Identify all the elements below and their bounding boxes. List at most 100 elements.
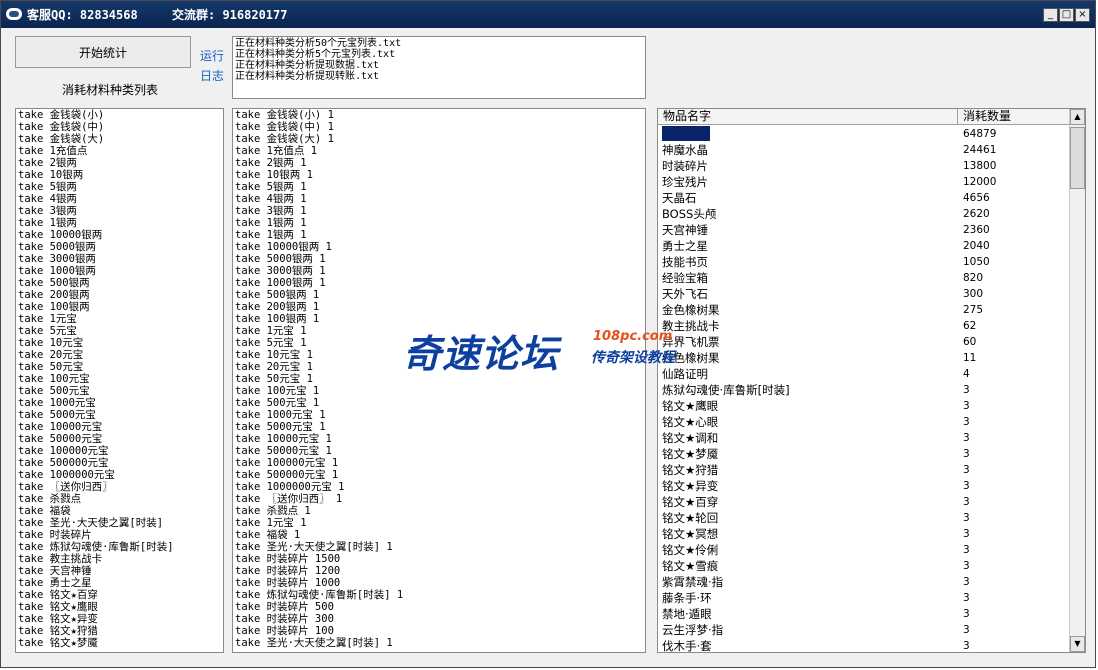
- list-item[interactable]: take 5000元宝: [18, 409, 223, 421]
- log-line[interactable]: 正在材料种类分析提现转账.txt: [235, 71, 643, 82]
- list-item[interactable]: take 500银两: [18, 277, 223, 289]
- table-row[interactable]: 铭文★异变 3: [658, 478, 1070, 494]
- list-item[interactable]: take 10元宝: [18, 337, 223, 349]
- list-item[interactable]: take 铭文★鹰眼: [18, 601, 223, 613]
- table-row[interactable]: 珍宝残片 12000: [658, 174, 1070, 190]
- list-item[interactable]: take 1000000元宝 1: [235, 481, 645, 493]
- table-row[interactable]: 铭文★冥想 3: [658, 526, 1070, 542]
- table-row[interactable]: 经验宝箱 820: [658, 270, 1070, 286]
- table-row[interactable]: 金色橡树果 275: [658, 302, 1070, 318]
- list-item[interactable]: take 200银两 1: [235, 301, 645, 313]
- table-row[interactable]: 技能书页 1050: [658, 254, 1070, 270]
- list-item[interactable]: take 50000元宝 1: [235, 445, 645, 457]
- list-item[interactable]: take 1000元宝 1: [235, 409, 645, 421]
- list-item[interactable]: take 5银两: [18, 181, 223, 193]
- table-row[interactable]: 紫霄禁魂·指 3: [658, 574, 1070, 590]
- list-item[interactable]: take 1元宝 1: [235, 517, 645, 529]
- table-row[interactable]: 铭文★狩猎 3: [658, 462, 1070, 478]
- list-item[interactable]: take 杀戮点 1: [235, 505, 645, 517]
- list-item[interactable]: take 铭文★异变: [18, 613, 223, 625]
- material-type-list[interactable]: take 金钱袋(小) take 金钱袋(中) take 金钱袋(大) take 1充…: [15, 108, 224, 653]
- list-item[interactable]: take 10银两: [18, 169, 223, 181]
- list-item[interactable]: take 〖送你归西〗 1: [235, 493, 645, 505]
- table-row[interactable]: 仙路证明 4: [658, 366, 1070, 382]
- list-item[interactable]: take 金钱袋(中) 1: [235, 121, 645, 133]
- list-item[interactable]: take 50000元宝: [18, 433, 223, 445]
- table-row[interactable]: 云生浮梦·指 3: [658, 622, 1070, 638]
- list-item[interactable]: take 10000元宝 1: [235, 433, 645, 445]
- list-item[interactable]: take 10银两 1: [235, 169, 645, 181]
- list-item[interactable]: take 3银两 1: [235, 205, 645, 217]
- list-item[interactable]: take 1银两 1: [235, 229, 645, 241]
- list-item[interactable]: take 金钱袋(大) 1: [235, 133, 645, 145]
- table-row[interactable]: 红色橡树果 11: [658, 350, 1070, 366]
- list-item[interactable]: take 勇士之星: [18, 577, 223, 589]
- list-item[interactable]: take 1充值点 1: [235, 145, 645, 157]
- list-item[interactable]: take 10000银两 1: [235, 241, 645, 253]
- table-row[interactable]: 禁地·遁眼 3: [658, 606, 1070, 622]
- list-item[interactable]: take 1银两: [18, 217, 223, 229]
- scroll-down-icon[interactable]: ▼: [1070, 636, 1085, 652]
- list-item[interactable]: take 杀戮点: [18, 493, 223, 505]
- table-row[interactable]: 铭文★心眼 3: [658, 414, 1070, 430]
- scroll-thumb[interactable]: [1070, 127, 1085, 189]
- list-item[interactable]: take 金钱袋(小): [18, 109, 223, 121]
- table-row[interactable]: 铭文★鹰眼 3: [658, 398, 1070, 414]
- list-item[interactable]: take 3银两: [18, 205, 223, 217]
- table-row[interactable]: 勇士之星 2040: [658, 238, 1070, 254]
- list-item[interactable]: take 100000元宝: [18, 445, 223, 457]
- list-item[interactable]: take 时装碎片 1000: [235, 577, 645, 589]
- consumption-grid[interactable]: 物品名字 消耗数量 64879 神魔水晶 24461 时装碎片 13800 珍宝残片 120…: [657, 108, 1086, 653]
- list-item[interactable]: take 1充值点: [18, 145, 223, 157]
- list-item[interactable]: take 100银两: [18, 301, 223, 313]
- table-row[interactable]: 炼狱勾魂使·库鲁斯[时装] 3: [658, 382, 1070, 398]
- list-item[interactable]: take 〖送你归西〗: [18, 481, 223, 493]
- run-log-box[interactable]: 正在材料种类分析50个元宝列表.txt 正在材料种类分析5个元宝列表.txt 正在材…: [232, 36, 646, 99]
- list-item[interactable]: take 时装碎片 100: [235, 625, 645, 637]
- list-item[interactable]: take 圣光·大天使之翼[时装] 1: [235, 541, 645, 553]
- table-row[interactable]: 时装碎片 13800: [658, 158, 1070, 174]
- table-row[interactable]: 天外飞石 300: [658, 286, 1070, 302]
- title-bar[interactable]: 客服QQ: 82834568 交流群: 916820177 _ □ ×: [1, 1, 1095, 28]
- list-item[interactable]: take 1银两 1: [235, 217, 645, 229]
- list-item[interactable]: take 3000银两 1: [235, 265, 645, 277]
- list-item[interactable]: take 100000元宝 1: [235, 457, 645, 469]
- list-item[interactable]: take 5银两 1: [235, 181, 645, 193]
- list-item[interactable]: take 50元宝: [18, 361, 223, 373]
- list-item[interactable]: take 铭文★梦魇: [18, 637, 223, 649]
- table-row[interactable]: 铭文★调和 3: [658, 430, 1070, 446]
- table-row[interactable]: 异界飞机票 60: [658, 334, 1070, 350]
- list-item[interactable]: take 金钱袋(小) 1: [235, 109, 645, 121]
- list-item[interactable]: take 铭文★百穿: [18, 589, 223, 601]
- list-item[interactable]: take 炼狱勾魂使·库鲁斯[时装]: [18, 541, 223, 553]
- list-item[interactable]: take 5000银两 1: [235, 253, 645, 265]
- col-header-consume-qty[interactable]: 消耗数量: [958, 109, 1070, 125]
- table-row[interactable]: 伐木手·套 3: [658, 638, 1070, 652]
- list-item[interactable]: take 100元宝 1: [235, 385, 645, 397]
- list-item[interactable]: take 20元宝: [18, 349, 223, 361]
- table-row[interactable]: 藤条手·环 3: [658, 590, 1070, 606]
- list-item[interactable]: take 500元宝: [18, 385, 223, 397]
- log-line[interactable]: 正在材料种类分析50个元宝列表.txt: [235, 38, 643, 49]
- start-stats-button[interactable]: 开始统计: [15, 36, 191, 68]
- minimize-button[interactable]: _: [1043, 8, 1058, 22]
- list-item[interactable]: take 圣光·大天使之翼[时装]: [18, 517, 223, 529]
- list-item[interactable]: take 5元宝: [18, 325, 223, 337]
- table-row[interactable]: BOSS头颅 2620: [658, 206, 1070, 222]
- list-item[interactable]: take 1000银两 1: [235, 277, 645, 289]
- list-item[interactable]: take 3000银两: [18, 253, 223, 265]
- list-item[interactable]: take 4银两 1: [235, 193, 645, 205]
- table-row[interactable]: 铭文★伶俐 3: [658, 542, 1070, 558]
- list-item[interactable]: take 1000银两: [18, 265, 223, 277]
- list-item[interactable]: take 1000000元宝: [18, 469, 223, 481]
- scroll-up-icon[interactable]: ▲: [1070, 109, 1085, 125]
- list-item[interactable]: take 10000银两: [18, 229, 223, 241]
- list-item[interactable]: take 5000银两: [18, 241, 223, 253]
- material-consume-list[interactable]: take 金钱袋(小) 1 take 金钱袋(中) 1 take 金钱袋(大) 1t…: [232, 108, 646, 653]
- list-item[interactable]: take 金钱袋(中): [18, 121, 223, 133]
- table-row[interactable]: 铭文★梦魇 3: [658, 446, 1070, 462]
- list-item[interactable]: take 时装碎片 1200: [235, 565, 645, 577]
- table-row[interactable]: 神魔水晶 24461: [658, 142, 1070, 158]
- list-item[interactable]: take 100元宝: [18, 373, 223, 385]
- list-item[interactable]: take 1000元宝: [18, 397, 223, 409]
